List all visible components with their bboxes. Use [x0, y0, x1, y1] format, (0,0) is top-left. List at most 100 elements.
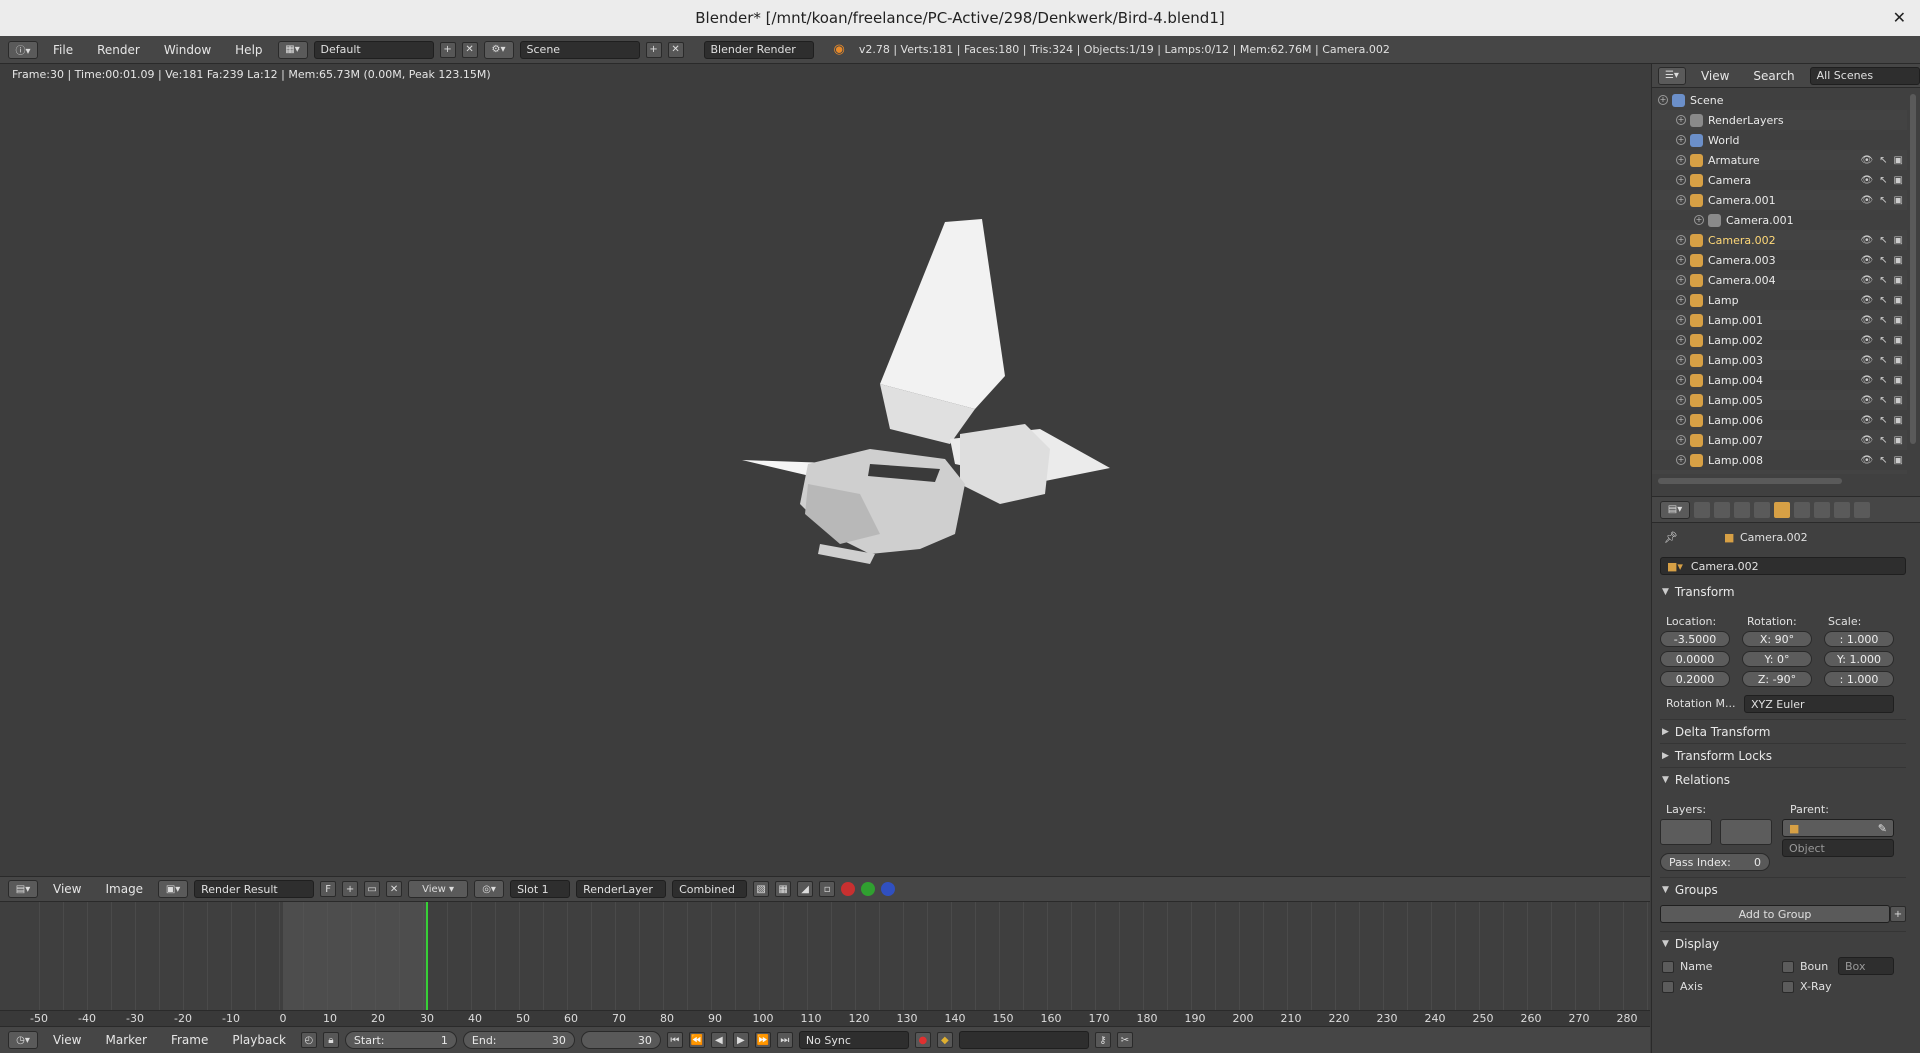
eye-icon[interactable]: 👁︎ — [1860, 195, 1873, 206]
timeline-editor-type-icon[interactable]: ◷▾ — [8, 1031, 38, 1049]
camera-render-icon[interactable]: ▣ — [1894, 275, 1903, 286]
cursor-icon[interactable]: ↖ — [1879, 395, 1887, 406]
eye-icon[interactable]: 👁︎ — [1860, 175, 1873, 186]
red-channel-icon[interactable] — [841, 882, 856, 896]
cursor-icon[interactable]: ↖ — [1879, 235, 1887, 246]
texture-tab-icon[interactable] — [1854, 501, 1870, 518]
eye-icon[interactable]: 👁︎ — [1860, 275, 1873, 286]
outliner-row[interactable]: + Lamp.004 👁︎ ↖ ▣ — [1652, 370, 1907, 390]
add-to-group-button[interactable]: Add to Group — [1660, 905, 1890, 923]
eye-icon[interactable]: 👁︎ — [1860, 435, 1873, 446]
timeline-menu-marker[interactable]: Marker — [96, 1033, 155, 1047]
outliner-row[interactable]: + Camera.001 — [1652, 210, 1907, 230]
properties-editor-type-icon[interactable]: ▤▾ — [1660, 500, 1690, 519]
cursor-icon[interactable]: ↖ — [1879, 295, 1887, 306]
expand-toggle-icon[interactable]: + — [1676, 455, 1686, 465]
bounds-type-dropdown[interactable]: Box — [1838, 957, 1894, 975]
expand-toggle-icon[interactable]: + — [1694, 215, 1704, 225]
menu-render[interactable]: Render — [88, 43, 149, 57]
image-menu-view[interactable]: View — [44, 882, 90, 896]
eye-icon[interactable]: 👁︎ — [1860, 355, 1873, 366]
expand-toggle-icon[interactable]: + — [1676, 435, 1686, 445]
unlink-image-icon[interactable]: ✕ — [386, 881, 403, 897]
outliner-row[interactable]: + Camera.001 👁︎ ↖ ▣ — [1652, 190, 1907, 210]
slot-dropdown[interactable]: Slot 1 — [510, 880, 571, 898]
sync-dropdown[interactable]: No Sync — [798, 1031, 909, 1049]
current-frame-field[interactable]: 30 — [580, 1031, 661, 1049]
color-alpha-icon[interactable]: ▧ — [753, 881, 770, 897]
outliner-menu-view[interactable]: View — [1692, 69, 1738, 83]
outliner-row[interactable]: + Lamp 👁︎ ↖ ▣ — [1652, 290, 1907, 310]
modifiers-tab-icon[interactable] — [1814, 501, 1830, 518]
outliner-row[interactable]: + Scene — [1652, 90, 1907, 110]
expand-toggle-icon[interactable]: + — [1676, 175, 1686, 185]
outliner-horizontal-scrollbar[interactable] — [1658, 478, 1842, 484]
play-reverse-icon[interactable]: ◀ — [710, 1032, 727, 1048]
image-name-field[interactable]: Render Result — [194, 880, 315, 898]
insert-keyframe-icon[interactable]: ⚷ — [1094, 1032, 1111, 1048]
render-layers-tab-icon[interactable] — [1714, 501, 1730, 518]
scale-y-field[interactable]: Y: 1.000 — [1824, 651, 1894, 667]
timeline-area[interactable]: -50 -40 -30 -20 -10 0 10 20 30 40 50 60 … — [0, 902, 1650, 1026]
world-tab-icon[interactable] — [1754, 501, 1770, 518]
rotation-y-field[interactable]: Y: 0° — [1742, 651, 1812, 667]
outliner-editor-type-icon[interactable]: ☰▾ — [1658, 66, 1686, 85]
eye-icon[interactable]: 👁︎ — [1860, 415, 1873, 426]
outliner-menu-search[interactable]: Search — [1744, 69, 1803, 83]
render-tab-icon[interactable] — [1694, 501, 1710, 518]
keying-set-dropdown[interactable] — [958, 1031, 1089, 1049]
expand-toggle-icon[interactable]: + — [1676, 355, 1686, 365]
scale-x-field[interactable]: : 1.000 — [1824, 631, 1894, 647]
outliner-row[interactable]: + Lamp.005 👁︎ ↖ ▣ — [1652, 390, 1907, 410]
preview-range-icon[interactable]: ◴ — [300, 1032, 317, 1048]
outliner-row[interactable]: + Armature 👁︎ ↖ ▣ — [1652, 150, 1907, 170]
end-frame-field[interactable]: End: 30 — [462, 1031, 575, 1049]
parent-field[interactable]: ■ ✎ — [1782, 819, 1894, 837]
image-menu-image[interactable]: Image — [96, 882, 152, 896]
screen-layout-icon[interactable]: ▦▾ — [277, 40, 308, 59]
fake-user-button[interactable]: F — [320, 881, 337, 897]
transform-locks-panel-header[interactable]: ▶ Transform Locks — [1652, 745, 1920, 767]
expand-toggle-icon[interactable]: + — [1676, 155, 1686, 165]
transform-panel-header[interactable]: ▼ Transform — [1652, 581, 1920, 603]
camera-render-icon[interactable]: ▣ — [1894, 395, 1903, 406]
timeline-menu-frame[interactable]: Frame — [162, 1033, 217, 1047]
camera-render-icon[interactable]: ▣ — [1894, 435, 1903, 446]
location-z-field[interactable]: 0.2000 — [1660, 671, 1730, 687]
cursor-icon[interactable]: ↖ — [1879, 435, 1887, 446]
scene-tab-icon[interactable] — [1734, 501, 1750, 518]
scene-dropdown[interactable]: Scene — [519, 40, 640, 59]
outliner-filter-dropdown[interactable]: All Scenes — [1809, 66, 1920, 85]
camera-render-icon[interactable]: ▣ — [1894, 315, 1903, 326]
display-panel-header[interactable]: ▼ Display — [1652, 933, 1920, 955]
remove-screen-icon[interactable]: ✕ — [461, 41, 478, 58]
pivot-icon[interactable]: ◎▾ — [474, 880, 505, 898]
render-engine-dropdown[interactable]: Blender Render — [703, 40, 814, 59]
outliner-scrollbar[interactable] — [1910, 94, 1916, 444]
eye-icon[interactable]: 👁︎ — [1860, 375, 1873, 386]
expand-toggle-icon[interactable]: + — [1676, 255, 1686, 265]
camera-render-icon[interactable]: ▣ — [1894, 355, 1903, 366]
cursor-icon[interactable]: ↖ — [1879, 315, 1887, 326]
outliner-row[interactable]: + Camera.004 👁︎ ↖ ▣ — [1652, 270, 1907, 290]
data-tab-icon[interactable] — [1834, 501, 1850, 518]
camera-render-icon[interactable]: ▣ — [1894, 335, 1903, 346]
parent-type-dropdown[interactable]: Object — [1782, 839, 1894, 857]
cursor-icon[interactable]: ↖ — [1879, 415, 1887, 426]
cursor-icon[interactable]: ↖ — [1879, 335, 1887, 346]
scene-icon[interactable]: ⚙▾ — [483, 40, 514, 59]
cursor-icon[interactable]: ↖ — [1879, 275, 1887, 286]
jump-start-icon[interactable]: ⏮ — [666, 1032, 683, 1048]
cursor-icon[interactable]: ↖ — [1879, 155, 1887, 166]
start-frame-field[interactable]: Start: 1 — [344, 1031, 457, 1049]
outliner-row[interactable]: + Lamp.002 👁︎ ↖ ▣ — [1652, 330, 1907, 350]
eye-icon[interactable]: 👁︎ — [1860, 335, 1873, 346]
outliner-row[interactable]: + Lamp.006 👁︎ ↖ ▣ — [1652, 410, 1907, 430]
object-name-field[interactable]: ■▾ Camera.002 — [1660, 557, 1906, 575]
cursor-icon[interactable]: ↖ — [1879, 455, 1887, 466]
cursor-icon[interactable]: ↖ — [1879, 195, 1887, 206]
outliner-row[interactable]: + Lamp.007 👁︎ ↖ ▣ — [1652, 430, 1907, 450]
uv-icon[interactable]: ▫ — [819, 881, 836, 897]
expand-toggle-icon[interactable]: + — [1676, 315, 1686, 325]
scale-z-field[interactable]: : 1.000 — [1824, 671, 1894, 687]
